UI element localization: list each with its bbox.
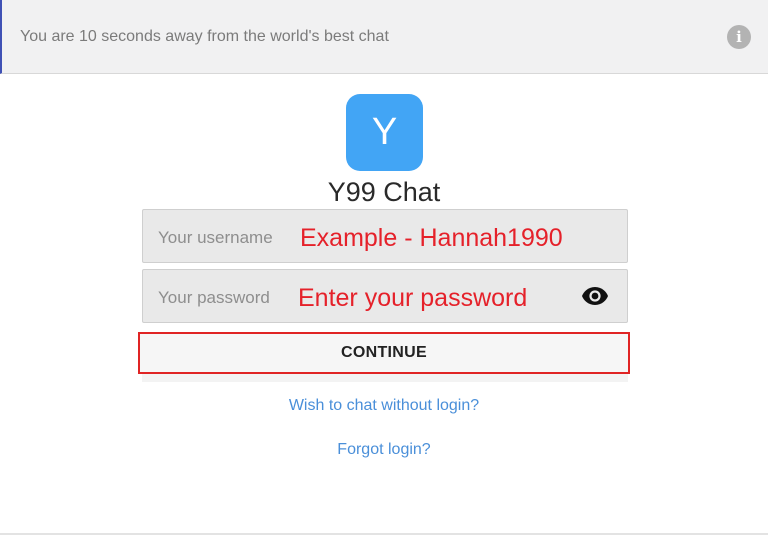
chat-without-login-link[interactable]: Wish to chat without login? (0, 396, 768, 416)
info-banner: You are 10 seconds away from the world's… (0, 0, 768, 74)
username-label: Your username (158, 228, 273, 247)
login-screen: You are 10 seconds away from the world's… (0, 0, 768, 535)
username-value[interactable]: Example - Hannah1990 (300, 223, 563, 253)
username-field[interactable]: Your username Example - Hannah1990 (142, 209, 628, 263)
eye-icon[interactable] (581, 286, 609, 306)
password-value[interactable]: Enter your password (298, 283, 527, 313)
button-shadow (142, 374, 628, 382)
app-logo: Y (346, 94, 423, 171)
continue-button[interactable]: CONTINUE (138, 332, 630, 374)
password-label: Your password (158, 288, 270, 307)
app-title: Y99 Chat (327, 177, 441, 207)
password-field[interactable]: Your password Enter your password (142, 269, 628, 323)
info-icon[interactable]: i (727, 25, 751, 49)
forgot-login-link[interactable]: Forgot login? (0, 440, 768, 460)
banner-text: You are 10 seconds away from the world's… (20, 28, 389, 45)
